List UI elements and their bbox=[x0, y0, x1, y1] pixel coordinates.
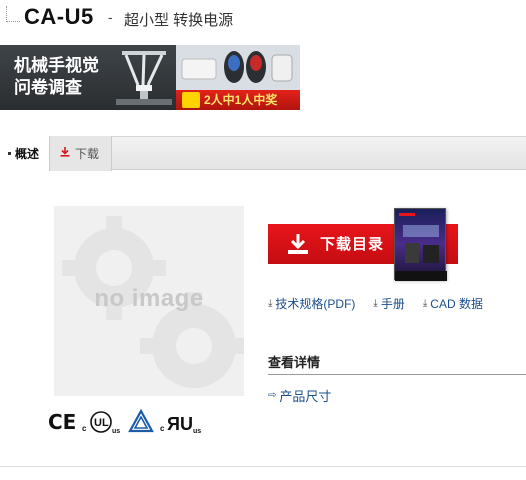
crus-mark-icon: c Я U us bbox=[160, 409, 204, 435]
manual-link[interactable]: ⤓ 手册 bbox=[373, 295, 404, 312]
banner-line-2: 问卷调查 bbox=[14, 78, 82, 97]
spec-pdf-label: 技术规格(PDF) bbox=[275, 297, 356, 311]
ce-mark-icon: CE bbox=[48, 410, 76, 434]
culus-mark-icon: c UL us bbox=[82, 409, 122, 435]
svg-text:c: c bbox=[160, 424, 165, 433]
download-icon bbox=[288, 234, 308, 254]
prize-strip: 2人中1人中奖 bbox=[176, 90, 300, 110]
catalog-cover-image[interactable] bbox=[394, 208, 447, 281]
prize-text: 2人中1人中奖 bbox=[204, 93, 278, 107]
manual-label: 手册 bbox=[380, 297, 405, 311]
product-model: CA-U5 bbox=[24, 4, 94, 29]
download-icon: ⤓ bbox=[373, 298, 378, 309]
prize-products-image bbox=[181, 51, 293, 83]
tab-overview-label: 概述 bbox=[15, 147, 40, 161]
survey-banner[interactable]: 机械手视觉 问卷调查 2人中1人中奖 bbox=[0, 45, 300, 110]
spec-pdf-link[interactable]: ⤓ 技术规格(PDF) bbox=[268, 295, 355, 312]
cad-data-link[interactable]: ⤓ CAD 数据 bbox=[423, 295, 483, 312]
svg-text:Я: Я bbox=[167, 414, 180, 434]
dimensions-label: 产品尺寸 bbox=[279, 389, 332, 404]
dimensions-link[interactable]: ⇨ 产品尺寸 bbox=[268, 386, 331, 405]
svg-text:UL: UL bbox=[94, 417, 109, 429]
svg-text:us: us bbox=[112, 428, 120, 435]
tab-overview[interactable]: 概述 bbox=[0, 136, 50, 171]
document-links: ⤓ 技术规格(PDF) ⤓ 手册 ⤓ CAD 数据 bbox=[268, 295, 501, 312]
tab-download-label: 下载 bbox=[75, 147, 100, 161]
prize-badge-icon bbox=[182, 92, 200, 108]
ce-mark-text: CE bbox=[48, 410, 77, 434]
svg-text:U: U bbox=[180, 414, 193, 434]
details-divider bbox=[268, 374, 526, 375]
bullet-icon bbox=[8, 152, 11, 155]
catalog-cover-art bbox=[395, 213, 447, 281]
download-catalog-label: 下载目录 bbox=[320, 236, 385, 253]
bottom-divider bbox=[0, 466, 526, 467]
certification-marks: CE c UL us c Я U us bbox=[48, 408, 204, 436]
product-subtitle: 超小型 转换电源 bbox=[124, 12, 234, 29]
tab-bar: 概述 下载 bbox=[0, 136, 526, 171]
header-decoration bbox=[6, 6, 20, 22]
title-separator: - bbox=[108, 9, 113, 25]
cad-data-label: CAD 数据 bbox=[430, 297, 483, 311]
no-image-text: no image bbox=[94, 285, 204, 312]
download-icon: ⤓ bbox=[422, 298, 428, 309]
details-heading: 查看详情 bbox=[268, 355, 321, 370]
external-link-icon: ⇨ bbox=[268, 390, 277, 401]
banner-line-1: 机械手视觉 bbox=[14, 56, 99, 75]
page-header: CA-U5 - 超小型 转换电源 bbox=[0, 0, 526, 42]
tab-download[interactable]: 下载 bbox=[50, 136, 112, 171]
product-image-placeholder: no image bbox=[54, 206, 244, 396]
robot-arm-image bbox=[116, 51, 172, 105]
banner-text: 机械手视觉 问卷调查 bbox=[14, 55, 99, 99]
download-icon: ⤓ bbox=[268, 298, 273, 309]
svg-text:us: us bbox=[193, 428, 201, 435]
svg-text:c: c bbox=[82, 424, 87, 433]
download-icon bbox=[60, 147, 70, 160]
tuv-mark-icon bbox=[128, 409, 155, 435]
banner-left-panel: 机械手视觉 问卷调查 bbox=[0, 45, 176, 110]
banner-right-panel: 2人中1人中奖 bbox=[176, 45, 300, 110]
